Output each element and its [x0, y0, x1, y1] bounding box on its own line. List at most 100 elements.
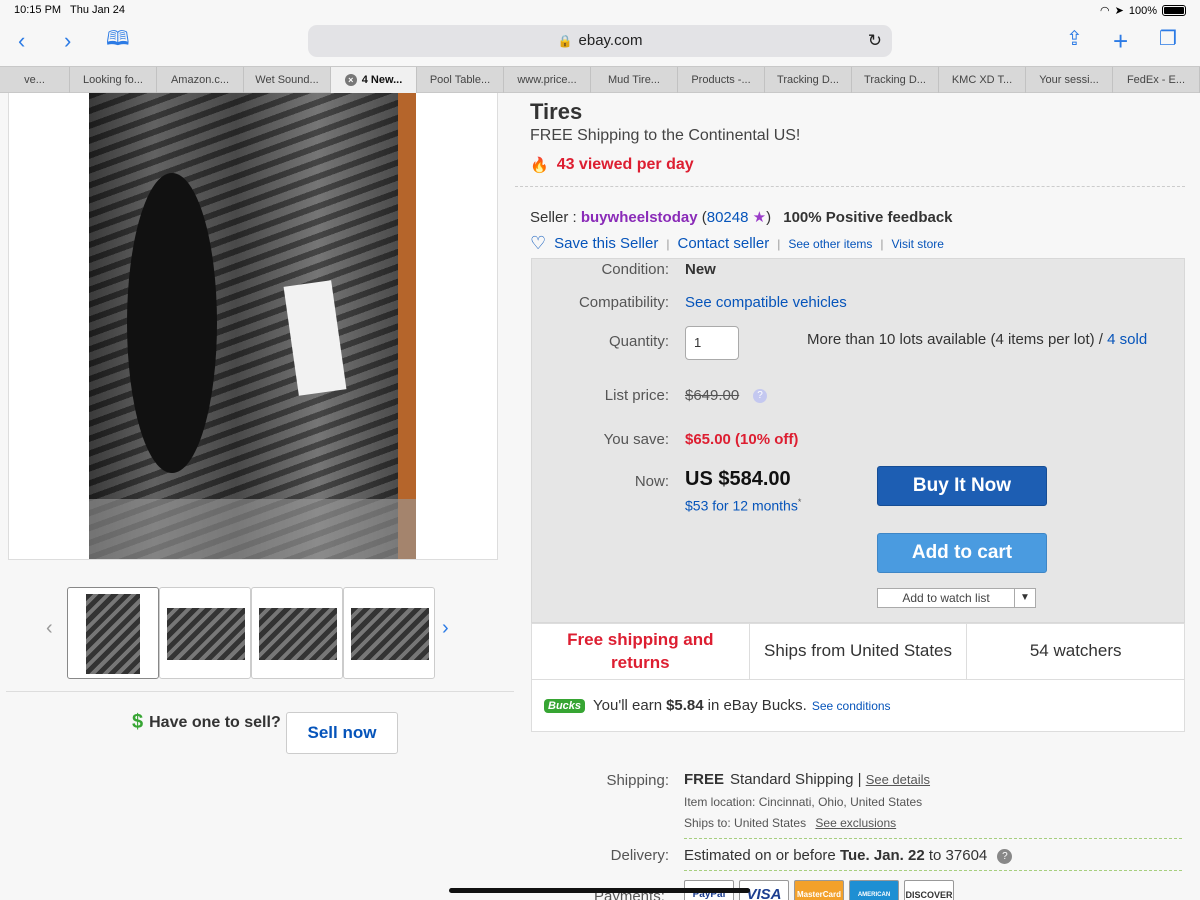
financing-link[interactable]: $53 for 12 months*: [685, 497, 801, 514]
thumbnail-4[interactable]: [343, 587, 435, 679]
main-image-card: [8, 93, 498, 560]
help-icon[interactable]: ?: [997, 849, 1013, 864]
location-icon: ➤: [1114, 5, 1124, 17]
tab-label: 4 New...: [361, 74, 403, 86]
see-exclusions-link[interactable]: See exclusions: [815, 816, 896, 830]
dollar-icon: $: [132, 711, 144, 733]
thumbnail-1[interactable]: [67, 587, 159, 679]
battery-percent: 100%: [1128, 4, 1157, 17]
visit-store-link[interactable]: Visit store: [892, 237, 944, 251]
ships-from: Ships from United States: [750, 624, 968, 679]
item-title: Tires: [530, 99, 583, 124]
shipping-note: FREE Shipping to the Continental US!: [530, 127, 801, 144]
now-price: US $584.00: [685, 468, 791, 490]
you-save-label: You save:: [603, 431, 669, 448]
status-right: ◠ ➤ 100%: [1100, 4, 1186, 17]
info-strip: Free shipping and returns Ships from Uni…: [531, 623, 1185, 680]
tabs-overview-icon[interactable]: ❐: [1159, 29, 1177, 49]
bookmarks-icon[interactable]: 🕮: [106, 29, 130, 49]
address-bar[interactable]: 🔒 ebay.com ↻: [308, 25, 892, 57]
tab-label: Amazon.c...: [170, 74, 230, 86]
tab-label: Tracking D...: [864, 74, 926, 86]
see-conditions-link[interactable]: See conditions: [812, 699, 891, 713]
browser-tab[interactable]: Wet Sound...: [244, 67, 331, 93]
wifi-icon: ◠: [1100, 5, 1110, 17]
home-indicator[interactable]: [449, 888, 750, 893]
heart-icon[interactable]: ♡: [530, 233, 546, 254]
item-location: Item location: Cincinnati, Ohio, United …: [684, 795, 923, 809]
browser-tab[interactable]: Tracking D...: [765, 67, 852, 93]
divider: [6, 691, 514, 692]
divider: [684, 870, 1182, 871]
share-icon[interactable]: ⇪: [1066, 29, 1083, 49]
status-bar: 10:15 PM Thu Jan 24 ◠ ➤ 100%: [0, 0, 1200, 22]
tab-label: Your sessi...: [1039, 74, 1099, 86]
browser-tab[interactable]: Mud Tire...: [591, 67, 678, 93]
sold-count-link[interactable]: 4 sold: [1107, 331, 1147, 348]
browser-tab[interactable]: Your sessi...: [1026, 67, 1113, 93]
free-shipping-returns: Free shipping and returns: [532, 624, 750, 679]
delivery-estimate: Estimated on or before Tue. Jan. 22 to 3…: [684, 847, 1013, 864]
shipping-info: FREE Standard Shipping | See details: [684, 771, 931, 788]
tab-label: Looking fo...: [83, 74, 143, 86]
close-tab-icon[interactable]: ×: [344, 74, 357, 87]
thumbnail-strip: ‹ ›: [40, 587, 460, 681]
browser-tab[interactable]: Tracking D...: [852, 67, 939, 93]
delivery-label: Delivery:: [610, 847, 669, 864]
sell-prompt: $ Have one to sell?: [132, 711, 281, 733]
browser-tab[interactable]: Looking fo...: [70, 67, 157, 93]
browser-tab[interactable]: Products -...: [678, 67, 765, 93]
quantity-input[interactable]: 1: [685, 326, 739, 360]
thumb-next-icon[interactable]: ›: [442, 617, 449, 640]
watchers-count: 54 watchers: [1029, 641, 1122, 661]
new-tab-icon[interactable]: +: [1113, 28, 1128, 54]
see-details-link[interactable]: See details: [866, 772, 930, 787]
status-date: Thu Jan 24: [70, 4, 126, 16]
thumbnail-3[interactable]: [251, 587, 343, 679]
list-price: $649.00: [685, 387, 740, 404]
browser-tab[interactable]: FedEx - E...: [1113, 67, 1200, 93]
divider: [684, 838, 1182, 839]
tab-label: Pool Table...: [429, 74, 491, 86]
back-icon[interactable]: ‹: [18, 30, 25, 52]
browser-tab[interactable]: Amazon.c...: [157, 67, 244, 93]
thumb-prev-icon[interactable]: ‹: [46, 617, 53, 640]
seller-name-link[interactable]: buywheelstoday: [581, 209, 698, 226]
mastercard-logo: MasterCard: [794, 880, 844, 900]
flame-icon: 🔥: [530, 157, 549, 174]
browser-tab[interactable]: KMC XD T...: [939, 67, 1026, 93]
help-icon[interactable]: ?: [753, 389, 767, 403]
thumbnail-2[interactable]: [159, 587, 251, 679]
add-to-watch-list-button[interactable]: Add to watch list: [877, 588, 1015, 608]
tire-photo[interactable]: [89, 93, 416, 559]
browser-tab[interactable]: × 4 New...: [331, 67, 417, 93]
browser-tab[interactable]: Pool Table...: [417, 67, 504, 93]
compatible-vehicles-link[interactable]: See compatible vehicles: [685, 294, 847, 311]
seller-links: ♡ Save this Seller | Contact seller | Se…: [530, 233, 944, 254]
lock-icon: 🔒: [557, 34, 573, 48]
see-other-items-link[interactable]: See other items: [788, 237, 872, 251]
list-price-label: List price:: [604, 387, 669, 404]
tab-label: Wet Sound...: [255, 74, 319, 86]
buy-it-now-button[interactable]: Buy It Now: [877, 466, 1047, 506]
browser-tab[interactable]: www.price...: [504, 67, 591, 93]
tab-label: www.price...: [517, 74, 577, 86]
ebay-bucks: Bucks You'll earn $5.84 in eBay Bucks. S…: [531, 680, 1185, 732]
reload-icon[interactable]: ↻: [868, 25, 882, 57]
battery-icon: [1162, 5, 1186, 16]
status-time: 10:15 PM: [14, 4, 62, 16]
forward-icon[interactable]: ›: [64, 30, 71, 52]
save-seller-link[interactable]: Save this Seller: [554, 235, 658, 252]
add-to-cart-button[interactable]: Add to cart: [877, 533, 1047, 573]
chevron-down-icon[interactable]: ▼: [1014, 588, 1036, 608]
feedback-count-link[interactable]: 80248: [707, 209, 749, 226]
browser-tab[interactable]: ve...: [0, 67, 70, 93]
shipping-label: Shipping:: [606, 772, 669, 789]
tab-label: FedEx - E...: [1126, 74, 1186, 86]
tab-strip: ve... Looking fo... Amazon.c... Wet Sound..…: [0, 66, 1200, 93]
contact-seller-link[interactable]: Contact seller: [677, 235, 769, 252]
sell-now-button[interactable]: Sell now: [286, 712, 398, 754]
browser-toolbar: ‹ › 🕮 🔒 ebay.com ↻ ⇪ + ❐: [0, 22, 1200, 66]
tab-label: Tracking D...: [777, 74, 839, 86]
divider: [515, 186, 1185, 187]
